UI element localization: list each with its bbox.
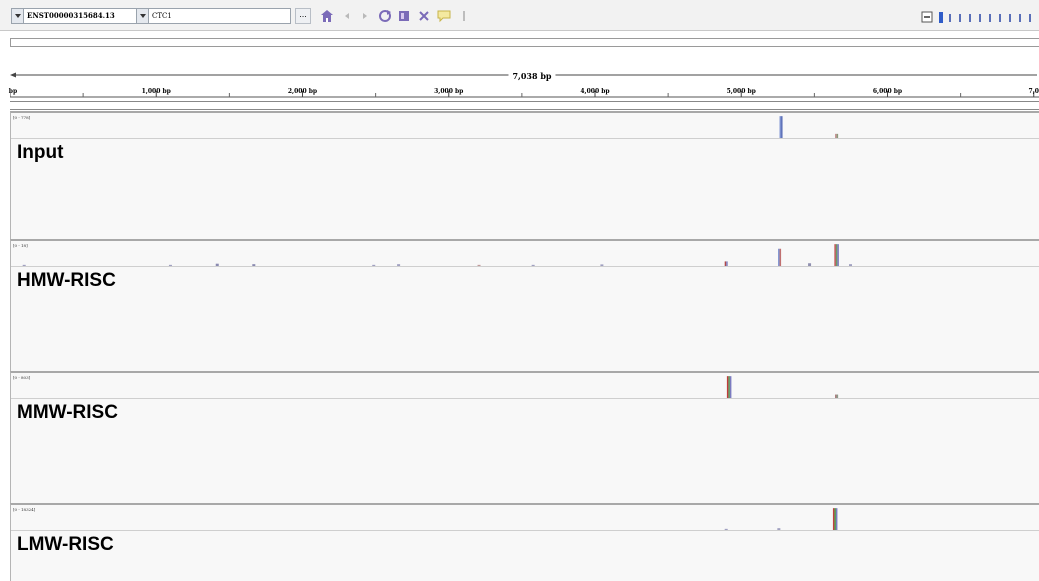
coverage-bar[interactable] <box>836 394 839 398</box>
chevron-down-icon[interactable] <box>137 9 149 23</box>
coverage-divider <box>11 530 1039 531</box>
coverage-bar[interactable] <box>728 376 730 398</box>
coverage-bar[interactable] <box>22 264 26 266</box>
coverage-bar[interactable] <box>834 508 836 530</box>
coverage-bar[interactable] <box>252 264 256 266</box>
home-icon[interactable] <box>320 9 334 23</box>
genome-value: ENST00000315684.13 <box>27 11 115 20</box>
zoom-level-tick[interactable] <box>1019 14 1021 22</box>
coverage-plot[interactable] <box>11 505 1039 530</box>
axis-tick-label: bp <box>8 88 18 95</box>
coverage-bar[interactable] <box>724 528 728 530</box>
coverage-bar[interactable] <box>729 376 732 398</box>
axis-tick-label: 1,000 bp <box>141 88 171 95</box>
axis-tick-label: 6,000 bp <box>872 88 903 95</box>
coverage-bar[interactable] <box>835 133 837 138</box>
zoom-level-tick[interactable] <box>939 12 943 23</box>
coverage-bar[interactable] <box>726 376 729 398</box>
coverage-bar[interactable] <box>808 263 812 266</box>
coverage-bar[interactable] <box>726 261 728 266</box>
locus-value: CTC1 <box>152 12 172 20</box>
zoom-level-tick[interactable] <box>989 14 991 22</box>
coverage-bar[interactable] <box>477 264 481 266</box>
genome-dropdown[interactable]: ENST00000315684.13 <box>11 8 137 24</box>
span-label: 7,038 bp <box>508 71 556 81</box>
axis-tick-label: 4,000 bp <box>580 88 610 95</box>
zoom-level-tick[interactable] <box>999 14 1001 22</box>
zoom-level-tick[interactable] <box>949 14 951 22</box>
axis-tick-label: 5,000 bp <box>726 88 756 95</box>
coverage-bar[interactable] <box>832 508 835 530</box>
locus-search-input[interactable]: CTC1 <box>136 8 291 24</box>
zoom-level-tick[interactable] <box>1009 14 1011 22</box>
popup-text-icon[interactable] <box>437 9 451 23</box>
track-name-label: Input <box>17 142 64 163</box>
refresh-icon[interactable] <box>378 9 392 23</box>
toolbar-separator <box>463 11 465 21</box>
track-name-label: HMW-RISC <box>17 270 116 291</box>
track-mmw-risc[interactable]: [0 - 803] MMW-RISC <box>10 371 1039 504</box>
igv-toolbar: ENST00000315684.13 CTC1 ... <box>0 0 1039 31</box>
axis-tick-label: 7,0 <box>1028 88 1039 95</box>
coverage-bar[interactable] <box>779 248 782 266</box>
axis-tick-label: 2,000 bp <box>287 88 318 95</box>
back-icon[interactable] <box>342 9 352 23</box>
coverage-plot[interactable] <box>11 373 1039 398</box>
header-divider <box>10 101 1039 110</box>
coverage-bar[interactable] <box>531 264 535 266</box>
coverage-plot[interactable] <box>11 241 1039 266</box>
coverage-bar[interactable] <box>781 116 783 138</box>
chromosome-ideogram[interactable] <box>10 38 1039 47</box>
track-lmw-risc[interactable]: [0 - 18324] LMW-RISC <box>10 503 1039 581</box>
axis-tick-label: 3,000 bp <box>434 88 464 95</box>
coverage-bar[interactable] <box>849 264 853 266</box>
coverage-divider <box>11 266 1039 267</box>
track-name-label: LMW-RISC <box>17 534 114 555</box>
zoom-level-tick[interactable] <box>969 14 971 22</box>
more-options-button[interactable]: ... <box>295 8 311 24</box>
coverage-bar[interactable] <box>834 244 836 266</box>
coverage-bar[interactable] <box>215 263 219 266</box>
zoom-level-tick[interactable] <box>1029 14 1031 22</box>
coverage-bar[interactable] <box>777 528 781 530</box>
coverage-plot[interactable] <box>11 113 1039 138</box>
coverage-bar[interactable] <box>724 261 727 266</box>
forward-icon[interactable] <box>360 9 370 23</box>
close-icon[interactable] <box>418 9 430 23</box>
coverage-bar[interactable] <box>835 508 838 530</box>
zoom-slider[interactable] <box>921 9 1039 24</box>
track-name-label: MMW-RISC <box>17 402 118 423</box>
roi-icon[interactable] <box>398 9 410 23</box>
coverage-bar[interactable] <box>836 133 839 138</box>
zoom-slider-track[interactable] <box>921 11 1039 24</box>
coverage-divider <box>11 398 1039 399</box>
coverage-bar[interactable] <box>600 264 604 266</box>
zoom-level-tick[interactable] <box>959 14 961 22</box>
track-input[interactable]: [0 - 778] Input <box>10 111 1039 240</box>
span-arrow-left <box>10 72 16 78</box>
coverage-bar[interactable] <box>372 264 376 266</box>
coverage-bar[interactable] <box>779 116 782 138</box>
coverage-bar[interactable] <box>778 248 780 266</box>
coverage-bar[interactable] <box>835 394 837 398</box>
coverage-divider <box>11 138 1039 139</box>
zoom-level-tick[interactable] <box>979 14 981 22</box>
coverage-bar[interactable] <box>837 244 839 266</box>
track-hmw-risc[interactable]: [0 - 18] HMW-RISC <box>10 239 1039 372</box>
chevron-down-icon[interactable] <box>12 9 24 23</box>
coverage-bar[interactable] <box>835 244 838 266</box>
coverage-bar[interactable] <box>397 264 401 266</box>
coverage-bar[interactable] <box>168 264 172 266</box>
